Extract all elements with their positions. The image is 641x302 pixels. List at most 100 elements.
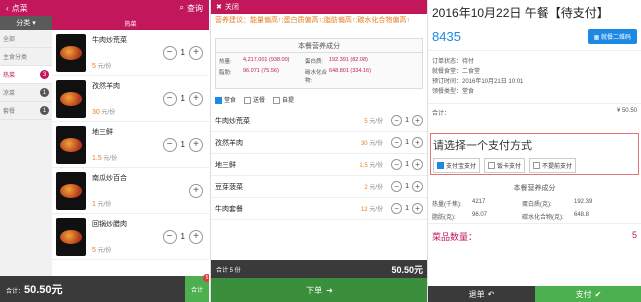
list-item: 地三鲜 1.5 元/份 −1 +	[211, 154, 427, 176]
count-badge: 3	[40, 70, 49, 79]
cart-total: 合计：50.50元	[6, 284, 63, 296]
nutrition-tip: 营养建议：能量偏高↑;蛋白质偏高↑;脂肪偏高↑;碳水化合物偏高↑	[215, 17, 410, 24]
nutrition-grid: 热量(千焦): 4217 蛋白质(克): 192.39 脂肪(克): 96.07 碳水化合…	[432, 199, 593, 221]
back-button[interactable]: ‹ 点菜	[6, 3, 28, 14]
dish-name: 南瓜炒百合	[92, 174, 127, 182]
minus-button[interactable]: −	[391, 159, 403, 170]
checkbox-checked-icon	[215, 96, 222, 104]
chevron-left-icon: ‹	[6, 3, 9, 13]
payment-title: 请选择一个支付方式	[433, 140, 532, 152]
pay-meal-card[interactable]: 饭卡支付	[484, 158, 526, 173]
pay-alipay[interactable]: 支付宝支付	[433, 158, 481, 173]
nutrition-title: 本餐营养成分	[513, 185, 556, 192]
list-item: 孜然羊肉 30 元/份 −1 +	[211, 132, 427, 154]
minus-button[interactable]: −	[162, 45, 177, 60]
minus-button[interactable]: −	[162, 91, 177, 106]
plus-button[interactable]: +	[189, 137, 203, 152]
plus-button[interactable]: +	[189, 229, 203, 244]
count-badge: 1	[40, 106, 49, 115]
category-bar: 分类 ▾ 热菜	[0, 16, 209, 30]
dish-name: 牛肉炒荒菜	[92, 36, 127, 44]
place-order-button[interactable]: 下单 ➜	[211, 278, 427, 302]
plus-button[interactable]: +	[412, 159, 423, 170]
plus-button[interactable]: +	[189, 45, 203, 60]
list-item: 牛肉炒荒菜 5 元/份 −1 +	[211, 110, 427, 132]
sidebar-item-set[interactable]: 套餐 1	[0, 102, 52, 120]
dish-list: 牛肉炒荒菜 5 元/份 −1 + 孜然羊肉 30 元/份 −1 + 地三鲜 1.5 …	[52, 30, 209, 276]
dish-price: 30 元/份	[92, 108, 116, 116]
qr-code-button[interactable]: ▦ 就餐二维码	[587, 28, 637, 44]
count-badge: 1	[40, 88, 49, 97]
sidebar-item-all[interactable]: 全部	[0, 30, 52, 48]
option-pickup[interactable]: 自提	[273, 95, 294, 104]
dish-price: 5 元/份	[92, 62, 112, 70]
cancel-order-button[interactable]: 退单 ↶	[428, 286, 535, 302]
dish-image	[56, 79, 86, 118]
close-button[interactable]: ✖ 关闭	[211, 0, 427, 14]
dish-image	[56, 171, 86, 210]
cart-list: 牛肉炒荒菜 5 元/份 −1 + 孜然羊肉 30 元/份 −1 + 地三鲜 1.5 元/份 −1…	[211, 110, 427, 220]
minus-button[interactable]: −	[162, 229, 177, 244]
check-icon: ✔	[594, 289, 602, 299]
payment-box: 请选择一个支付方式 支付宝支付 饭卡支付 不提前支付	[430, 133, 639, 175]
sidebar-item-staple[interactable]: 主食分类	[0, 48, 52, 66]
dish-price: 1 元/份	[92, 200, 112, 208]
list-item: 豆芽菠菜 2 元/份 −1 +	[211, 176, 427, 198]
quantity: 1	[180, 48, 185, 57]
close-icon: ✖	[216, 4, 222, 11]
cart-bar: 合计：50.50元 合计 5	[0, 274, 209, 302]
plus-button[interactable]: +	[412, 203, 423, 214]
minus-button[interactable]: −	[391, 203, 403, 214]
category-dropdown[interactable]: 分类 ▾	[0, 16, 52, 30]
list-item: 孜然羊肉 30 元/份 −1 +	[52, 76, 209, 122]
dish-price: 5 元/份	[92, 246, 112, 254]
dish-image	[56, 33, 86, 72]
dish-image	[56, 217, 86, 256]
list-item: 牛肉炒荒菜 5 元/份 −1 +	[52, 30, 209, 76]
menu-panel: ‹ 点菜 ⌕ 查询 分类 ▾ 热菜 全部 主食分类 热菜 3 凉菜 1 套餐 1 牛肉炒荒菜…	[0, 0, 209, 302]
order-panel: 2016年10月22日 午餐【待支付】 8435 ▦ 就餐二维码 订单状态：待付…	[427, 0, 641, 302]
plus-button[interactable]: +	[189, 91, 203, 106]
minus-button[interactable]: −	[391, 137, 403, 148]
minus-button[interactable]: −	[162, 137, 177, 152]
plus-button[interactable]: +	[412, 181, 423, 192]
order-number: 8435	[432, 28, 461, 44]
list-item: 牛肉套餐 12 元/份 −1 +	[211, 198, 427, 220]
option-dine-in[interactable]: 堂食	[215, 95, 236, 104]
checkout-button[interactable]: 合计 5	[185, 274, 209, 302]
undo-icon: ↶	[487, 289, 495, 299]
pay-later[interactable]: 不提前支付	[529, 158, 577, 173]
nutrition-box: 本餐营养成分 热量: 4,217.001 (938.00) 蛋白质: 192.391 …	[215, 38, 423, 89]
checkbox-icon	[244, 96, 252, 104]
sidebar-item-hot[interactable]: 热菜 3	[0, 66, 52, 84]
sidebar-item-cold[interactable]: 凉菜 1	[0, 84, 52, 102]
nutrition-title: 本餐营养成分	[216, 39, 422, 53]
search-button[interactable]: ⌕ 查询	[180, 3, 203, 14]
cart-panel: ✖ 关闭 营养建议：能量偏高↑;蛋白质偏高↑;脂肪偏高↑;碳水化合物偏高↑ 本餐营…	[210, 0, 427, 302]
dish-name: 孜然羊肉	[92, 82, 120, 90]
meal-type-options: 堂食 送餐 自提	[211, 89, 427, 110]
minus-button[interactable]: −	[391, 115, 403, 126]
arrow-right-icon: ➜	[326, 285, 333, 295]
cart-total: 合计 5 份 50.50元	[211, 260, 427, 278]
current-category-label: 热菜	[52, 16, 209, 30]
checkbox-icon	[533, 162, 541, 169]
minus-button[interactable]: −	[391, 181, 403, 192]
pay-button[interactable]: 支付 ✔	[535, 286, 641, 302]
checkbox-checked-icon	[437, 162, 444, 169]
checkbox-icon	[273, 96, 281, 104]
plus-button[interactable]: +	[412, 115, 423, 126]
order-info: 订单状态：待付 就餐食堂：二食堂 预订时间：2016年10月21日 10:01 领餐类…	[428, 50, 641, 103]
qr-icon: ▦	[593, 34, 600, 41]
menu-topbar: ‹ 点菜 ⌕ 查询	[0, 0, 209, 16]
list-item: 回锅炒腊肉 5 元/份 −1 +	[52, 214, 209, 260]
quantity: 1	[180, 140, 185, 149]
dish-image	[56, 125, 86, 164]
option-delivery[interactable]: 送餐	[244, 95, 265, 104]
plus-button[interactable]: +	[412, 137, 423, 148]
list-item: 地三鲜 1.5 元/份 −1 +	[52, 122, 209, 168]
plus-button[interactable]: +	[189, 183, 203, 198]
quantity: 1	[180, 94, 185, 103]
dish-price: 1.5 元/份	[92, 154, 118, 162]
cart-count-badge: 5	[203, 274, 209, 282]
